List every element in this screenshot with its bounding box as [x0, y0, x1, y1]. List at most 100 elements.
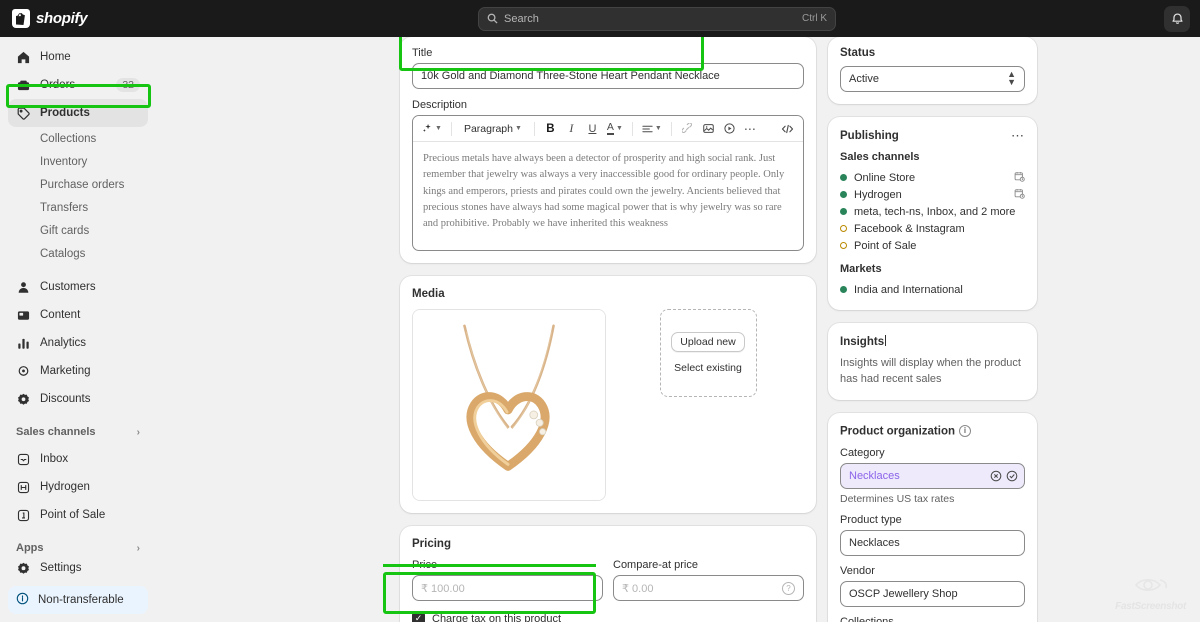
sidebar-item-products[interactable]: Products	[8, 99, 148, 127]
sidebar-item-label: Orders	[40, 79, 107, 91]
analytics-bars-icon	[16, 336, 31, 351]
market-row-india-international[interactable]: India and International	[840, 281, 1025, 298]
clear-circle-icon[interactable]	[990, 470, 1002, 482]
market-label: India and International	[854, 284, 1025, 296]
sidebar-subitem-collections[interactable]: Collections	[8, 127, 148, 150]
video-icon[interactable]	[720, 119, 739, 138]
vendor-input[interactable]: OSCP Jewellery Shop	[840, 581, 1025, 607]
question-circle-icon[interactable]: ?	[782, 582, 795, 595]
sidebar-item-hydrogen[interactable]: Hydrogen	[8, 473, 148, 501]
search-input[interactable]: Search Ctrl K	[478, 7, 836, 31]
status-dot-published	[840, 286, 847, 293]
search-icon	[487, 13, 498, 24]
ellipsis-icon[interactable]: ⋯	[741, 119, 760, 138]
category-help-text: Determines US tax rates	[840, 493, 1025, 505]
upload-new-button[interactable]: Upload new	[671, 332, 744, 352]
image-icon[interactable]	[699, 119, 718, 138]
status-badge-non-transferable[interactable]: Non-transferable	[8, 586, 148, 614]
discount-gear-icon	[16, 392, 31, 407]
status-badge-label: Non-transferable	[38, 594, 124, 606]
sidebar-item-discounts[interactable]: Discounts	[8, 385, 148, 413]
sidebar-item-analytics[interactable]: Analytics	[8, 329, 148, 357]
schedule-calendar-icon[interactable]	[1014, 171, 1025, 185]
sidebar-item-customers[interactable]: Customers	[8, 273, 148, 301]
sidebar-item-label: Discounts	[40, 393, 140, 405]
ellipsis-glyph: ⋯	[744, 123, 757, 135]
annotation-line-price	[383, 564, 596, 567]
sidebar-item-home[interactable]: Home	[8, 43, 148, 71]
code-icon[interactable]	[778, 119, 797, 138]
person-icon	[16, 280, 31, 295]
channel-row-more[interactable]: meta, tech-ns, Inbox, and 2 more	[840, 203, 1025, 220]
channel-row-online-store[interactable]: Online Store	[840, 169, 1025, 186]
insights-body: Insights will display when the product h…	[840, 356, 1025, 388]
link-icon[interactable]	[678, 119, 697, 138]
align-left-icon[interactable]: ▼	[639, 119, 665, 138]
sidebar-item-inbox[interactable]: Inbox	[8, 445, 148, 473]
vendor-label: Vendor	[840, 565, 1025, 577]
media-dropzone[interactable]: Upload new Select existing	[660, 309, 757, 397]
publishing-menu-button[interactable]: ⋯	[1011, 129, 1025, 142]
charge-tax-checkbox-row[interactable]: ✓ Charge tax on this product	[412, 612, 804, 622]
description-text[interactable]: Precious metals have always been a detec…	[413, 142, 803, 250]
channel-row-hydrogen[interactable]: Hydrogen	[840, 186, 1025, 203]
product-type-input[interactable]: Necklaces	[840, 530, 1025, 556]
sidebar-group-sales-channels[interactable]: Sales channels ›	[8, 419, 148, 445]
hydrogen-icon	[16, 480, 31, 495]
product-organization-card: Product organizationi Category Necklaces…	[828, 413, 1037, 622]
channel-label: Online Store	[854, 172, 1007, 184]
sidebar-item-label: Point of Sale	[40, 509, 140, 521]
description-editor[interactable]: ▼ Paragraph ▼ B I U A ▼	[412, 115, 804, 251]
check-circle-icon[interactable]	[1006, 470, 1018, 482]
sparkle-icon[interactable]: ▼	[419, 119, 445, 138]
schedule-calendar-icon[interactable]	[1014, 188, 1025, 202]
sidebar-subitem-purchase-orders[interactable]: Purchase orders	[8, 173, 148, 196]
block-style-dropdown[interactable]: Paragraph ▼	[458, 119, 528, 138]
italic-button[interactable]: I	[562, 119, 581, 138]
sidebar-subitem-catalogs[interactable]: Catalogs	[8, 242, 148, 265]
title-value: 10k Gold and Diamond Three-Stone Heart P…	[421, 70, 795, 82]
select-existing-link[interactable]: Select existing	[674, 362, 742, 374]
text-color-button[interactable]: A ▼	[604, 119, 626, 138]
info-circle-icon[interactable]: i	[959, 425, 971, 437]
price-value: ₹ 100.00	[421, 582, 594, 595]
point-of-sale-icon	[16, 508, 31, 523]
sidebar-group-label: Sales channels	[16, 426, 137, 438]
notifications-button[interactable]	[1164, 6, 1190, 32]
gold-heart-pendant-necklace-image	[413, 309, 605, 501]
sidebar-subitem-gift-cards[interactable]: Gift cards	[8, 219, 148, 242]
title-description-card: Title 10k Gold and Diamond Three-Stone H…	[400, 37, 816, 263]
sidebar-item-label: Products	[40, 107, 140, 119]
sidebar-item-marketing[interactable]: Marketing	[8, 357, 148, 385]
title-label: Title	[412, 47, 804, 59]
compare-at-price-value: ₹ 0.00	[622, 582, 782, 595]
sales-channels-label: Sales channels	[840, 151, 1025, 163]
top-bar: shopify Search Ctrl K	[0, 0, 1200, 37]
insights-title: Insights	[840, 335, 1025, 348]
sidebar-subitem-inventory[interactable]: Inventory	[8, 150, 148, 173]
title-input[interactable]: 10k Gold and Diamond Three-Stone Heart P…	[412, 63, 804, 89]
charge-tax-checkbox[interactable]: ✓	[412, 612, 425, 622]
price-input[interactable]: ₹ 100.00	[412, 575, 603, 601]
underline-button[interactable]: U	[583, 119, 602, 138]
compare-at-price-input[interactable]: ₹ 0.00 ?	[613, 575, 804, 601]
sidebar-item-point-of-sale[interactable]: Point of Sale	[8, 501, 148, 529]
sidebar-item-settings[interactable]: Settings	[8, 554, 148, 582]
sidebar-item-content[interactable]: Content	[8, 301, 148, 329]
status-select[interactable]: Active ▲▼	[840, 66, 1025, 92]
sidebar-item-orders[interactable]: Orders 32	[8, 71, 148, 99]
shopify-logo[interactable]: shopify	[0, 9, 150, 28]
block-style-label: Paragraph	[464, 123, 513, 135]
status-value: Active	[849, 73, 1007, 85]
sidebar-subitem-transfers[interactable]: Transfers	[8, 196, 148, 219]
channel-row-point-of-sale[interactable]: Point of Sale	[840, 237, 1025, 254]
channel-row-facebook-instagram[interactable]: Facebook & Instagram	[840, 220, 1025, 237]
insights-card: Insights Insights will display when the …	[828, 323, 1037, 400]
markets-label: Markets	[840, 263, 1025, 275]
product-image-thumbnail[interactable]	[412, 309, 606, 501]
category-label: Category	[840, 447, 1025, 459]
publishing-title: Publishing	[840, 130, 1011, 142]
status-dot-pending	[840, 242, 847, 249]
category-input[interactable]: Necklaces	[840, 463, 1025, 489]
bold-button[interactable]: B	[541, 119, 560, 138]
